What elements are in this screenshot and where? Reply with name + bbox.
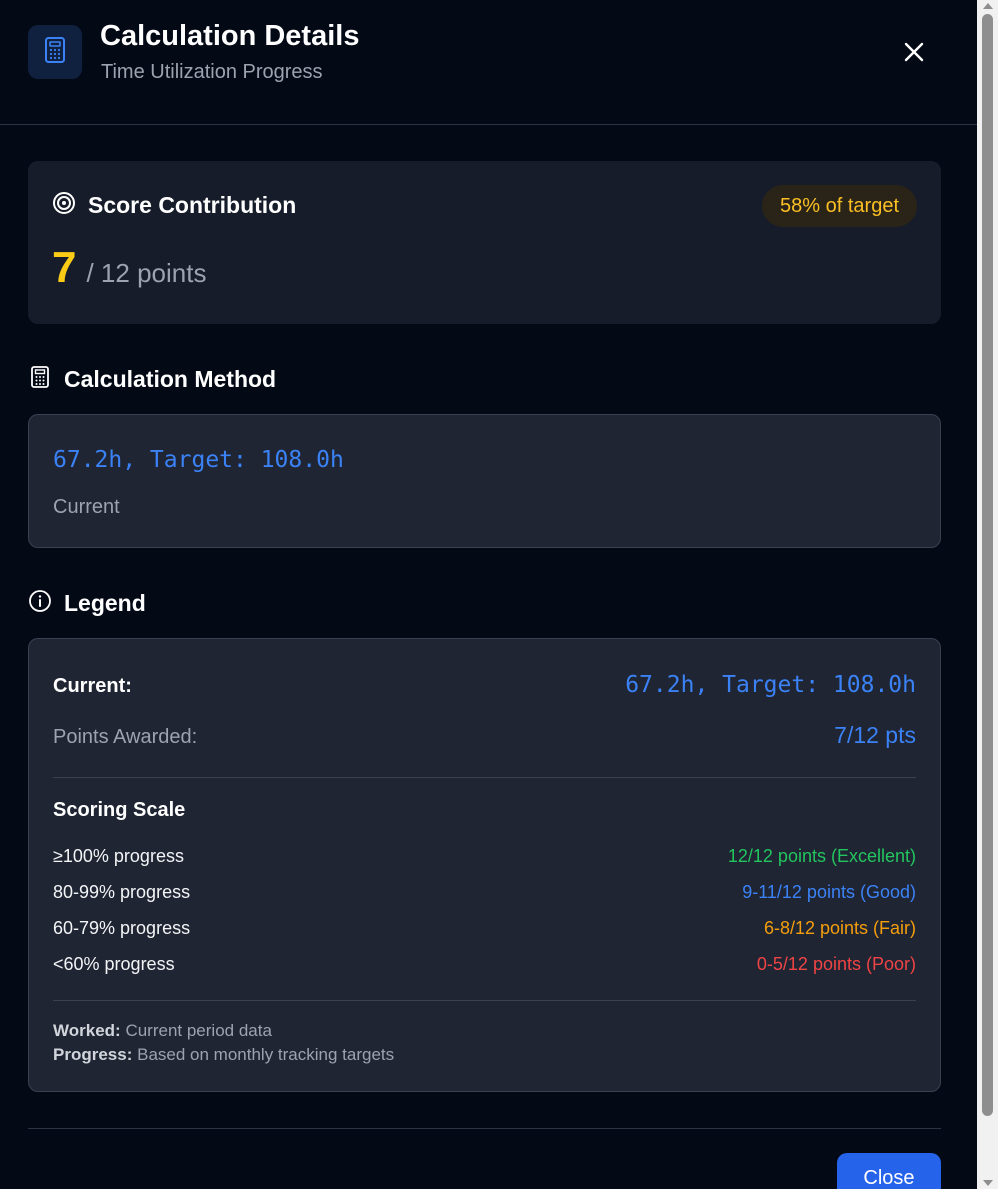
note-text: Current period data: [125, 1021, 272, 1040]
scale-range: 60-79% progress: [53, 918, 191, 938]
score-max: / 12 points: [86, 258, 207, 288]
score-title: Score Contribution: [88, 192, 297, 218]
legend-divider: [53, 1000, 916, 1001]
current-label: Current:: [53, 675, 132, 697]
note-progress: Progress: Based on monthly tracking targ…: [53, 1043, 394, 1067]
calculator-icon: [44, 36, 66, 68]
legend-divider: [53, 777, 916, 778]
legend-title: Legend: [64, 590, 146, 616]
legend-current-row: Current: 67.2h, Target: 108.0h: [53, 672, 916, 698]
scale-range: <60% progress: [53, 954, 175, 974]
legend-card: Current: 67.2h, Target: 108.0h Points Aw…: [28, 638, 941, 1092]
header-icon-box: [28, 25, 82, 79]
calculation-formula: 67.2h, Target: 108.0h: [53, 447, 344, 473]
close-icon[interactable]: [898, 36, 930, 68]
legend-points-row: Points Awarded: 7/12 pts: [53, 722, 916, 749]
note-label: Progress:: [53, 1045, 133, 1064]
calculation-description: Current: [53, 496, 120, 518]
modal-header: Calculation Details Time Utilization Pro…: [0, 0, 977, 125]
calculation-method-heading: Calculation Method: [28, 365, 276, 394]
target-percent-badge: 58% of target: [762, 185, 917, 227]
modal-title: Calculation Details: [100, 20, 360, 52]
note-label: Worked:: [53, 1021, 121, 1040]
calculation-method-card: 67.2h, Target: 108.0h Current: [28, 414, 941, 548]
points-awarded-label: Points Awarded:: [53, 726, 198, 748]
note-text: Based on monthly tracking targets: [137, 1045, 395, 1064]
note-worked: Worked: Current period data: [53, 1019, 394, 1043]
calculation-details-modal: Calculation Details Time Utilization Pro…: [0, 0, 977, 1189]
scale-points: 12/12 points (Excellent): [727, 846, 916, 866]
scroll-down-arrow[interactable]: [983, 1180, 993, 1186]
score-points: 7: [52, 243, 77, 292]
score-contribution-card: Score Contribution 58% of target 7 / 12 …: [28, 161, 941, 324]
scrollbar-thumb[interactable]: [982, 14, 993, 1116]
scale-range: 80-99% progress: [53, 882, 191, 902]
info-icon: [28, 589, 52, 618]
scoring-scale-title: Scoring Scale: [53, 799, 186, 821]
legend-notes: Worked: Current period data Progress: Ba…: [53, 1019, 394, 1067]
scale-range: ≥100% progress: [53, 846, 184, 866]
scale-row: 60-79% progress 6-8/12 points (Fair): [53, 918, 916, 939]
scale-points: 9-11/12 points (Good): [742, 882, 916, 902]
calculation-method-title: Calculation Method: [64, 366, 277, 392]
scroll-up-arrow[interactable]: [983, 3, 993, 9]
footer-divider: [28, 1128, 941, 1129]
score-value: 7 / 12 points: [52, 243, 206, 293]
score-heading: Score Contribution: [52, 191, 296, 220]
close-button[interactable]: Close: [837, 1153, 941, 1189]
modal-subtitle: Time Utilization Progress: [101, 61, 323, 83]
legend-heading: Legend: [28, 589, 146, 618]
scale-row: 80-99% progress 9-11/12 points (Good): [53, 882, 916, 903]
scale-points: 0-5/12 points (Poor): [756, 954, 916, 974]
target-icon: [52, 191, 76, 220]
scrollbar[interactable]: [977, 0, 998, 1189]
calculator-icon: [28, 365, 52, 394]
scale-row: ≥100% progress 12/12 points (Excellent): [53, 846, 916, 867]
scale-row: <60% progress 0-5/12 points (Poor): [53, 954, 916, 975]
scale-points: 6-8/12 points (Fair): [763, 918, 916, 938]
points-awarded-value: 7/12 pts: [834, 722, 916, 748]
current-value: 67.2h, Target: 108.0h: [625, 672, 916, 698]
